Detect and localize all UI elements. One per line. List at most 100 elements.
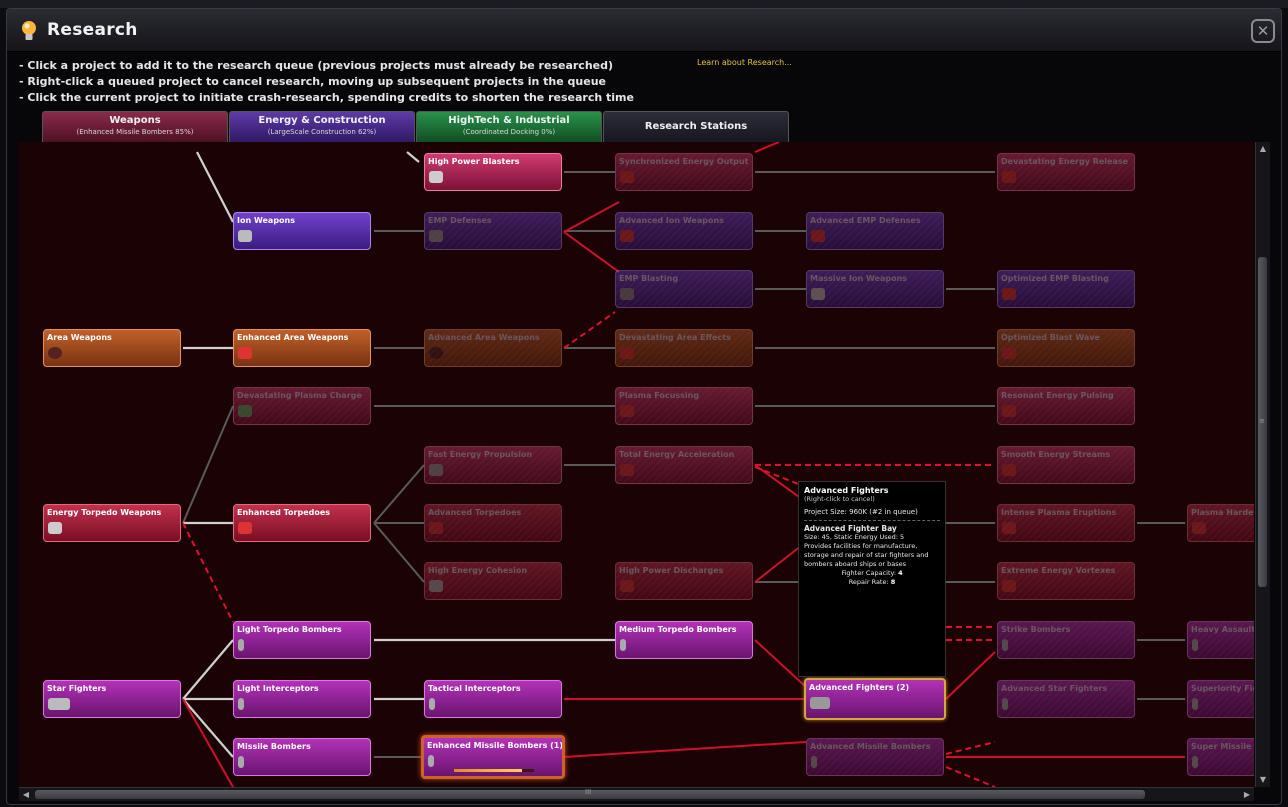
tab-weapons[interactable]: Weapons (Enhanced Missile Bombers 85%) <box>42 111 228 144</box>
node-label: Massive Ion Weapons <box>810 274 908 283</box>
node-super-missile-bombers[interactable]: Super Missile Bo <box>1187 738 1254 776</box>
node-label: Heavy Assault Bo <box>1191 625 1254 634</box>
tab-research-stations[interactable]: Research Stations <box>603 111 789 144</box>
node-optimized-blast-wave[interactable]: Optimized Blast Wave <box>997 329 1135 367</box>
upgrade-arrow-icon <box>811 230 825 242</box>
emp-blast-icon <box>620 288 634 300</box>
tooltip-subtitle: (Right-click to cancel) <box>804 495 875 503</box>
node-label: Star Fighters <box>47 684 107 693</box>
fighter-icon <box>1192 698 1198 710</box>
node-superiority-fighters[interactable]: Superiority Fight <box>1187 680 1254 718</box>
fighter-bay-icon <box>48 698 70 710</box>
tooltip-title: Advanced Fighters <box>804 486 889 495</box>
node-label: Fast Energy Propulsion <box>428 450 533 459</box>
node-label: High Power Blasters <box>428 157 520 166</box>
node-extreme-energy-vortexes[interactable]: Extreme Energy Vortexes <box>997 562 1135 600</box>
node-resonant-energy-pulsing[interactable]: Resonant Energy Pulsing <box>997 387 1135 425</box>
node-intense-plasma-eruptions[interactable]: Intense Plasma Eruptions <box>997 504 1135 542</box>
node-label: Strike Bombers <box>1001 625 1071 634</box>
upgrade-arrow-icon <box>238 347 252 359</box>
node-label: Enhanced Missile Bombers (1) <box>427 741 564 750</box>
node-label: Plasma Hardenin <box>1191 508 1254 517</box>
node-devastating-area-effects[interactable]: Devastating Area Effects <box>615 329 753 367</box>
upgrade-arrow-icon <box>620 464 634 476</box>
node-massive-ion-weapons[interactable]: Massive Ion Weapons <box>806 270 944 308</box>
tab-label: Weapons <box>109 115 161 126</box>
node-label: Devastating Energy Release <box>1001 157 1129 166</box>
upgrade-arrow-icon <box>620 580 634 592</box>
research-tooltip: Advanced Fighters (Right-click to cancel… <box>798 481 946 677</box>
node-label: Light Interceptors <box>237 684 319 693</box>
node-missile-bombers[interactable]: Missile Bombers <box>233 738 371 776</box>
node-tactical-interceptors[interactable]: Tactical Interceptors <box>424 680 562 718</box>
node-label: Tactical Interceptors <box>428 684 521 693</box>
node-advanced-ion-weapons[interactable]: Advanced Ion Weapons <box>615 212 753 250</box>
node-emp-blasting[interactable]: EMP Blasting <box>615 270 753 308</box>
tooltip-description: Provides facilities for manufacture, sto… <box>804 542 929 568</box>
learn-about-research-link[interactable]: Learn about Research... <box>697 58 792 67</box>
node-energy-torpedo-weapons[interactable]: Energy Torpedo Weapons <box>43 504 181 542</box>
scroll-down-arrow-icon[interactable]: ▼ <box>1256 773 1270 787</box>
node-label: Advanced Fighters (2) <box>809 683 910 692</box>
node-total-energy-acceleration[interactable]: Total Energy Acceleration <box>615 446 753 484</box>
instruction-line: - Right-click a queued project to cancel… <box>19 75 606 88</box>
node-label: Advanced Area Weapons <box>428 333 540 342</box>
node-high-power-blasters[interactable]: High Power Blasters <box>424 153 562 191</box>
node-advanced-emp-defenses[interactable]: Advanced EMP Defenses <box>806 212 944 250</box>
node-devastating-plasma-charge[interactable]: Devastating Plasma Charge <box>233 387 371 425</box>
node-medium-torpedo-bombers[interactable]: Medium Torpedo Bombers <box>615 621 753 659</box>
node-enhanced-area-weapons[interactable]: Enhanced Area Weapons <box>233 329 371 367</box>
horizontal-scrollbar[interactable]: ◀ III ▶ <box>19 787 1254 801</box>
node-advanced-star-fighters[interactable]: Advanced Star Fighters <box>997 680 1135 718</box>
tab-energy-construction[interactable]: Energy & Construction (LargeScale Constr… <box>229 111 415 144</box>
scroll-up-arrow-icon[interactable]: ▲ <box>1256 142 1270 156</box>
node-ion-weapons[interactable]: Ion Weapons <box>233 212 371 250</box>
node-advanced-area-weapons[interactable]: Advanced Area Weapons <box>424 329 562 367</box>
upgrade-arrow-icon <box>1192 522 1206 534</box>
instruction-line: - Click a project to add it to the resea… <box>19 59 614 72</box>
node-high-power-discharges[interactable]: High Power Discharges <box>615 562 753 600</box>
node-plasma-focussing[interactable]: Plasma Focussing <box>615 387 753 425</box>
upgrade-arrow-icon <box>620 405 634 417</box>
fighter-bay-icon <box>810 697 830 709</box>
node-heavy-assault-bombers[interactable]: Heavy Assault Bo <box>1187 621 1254 659</box>
fighter-capacity-value: 4 <box>898 569 903 577</box>
node-area-weapons[interactable]: Area Weapons <box>43 329 181 367</box>
node-advanced-torpedoes[interactable]: Advanced Torpedoes <box>424 504 562 542</box>
node-label: Energy Torpedo Weapons <box>47 508 162 517</box>
research-tree[interactable]: High Power Blasters Synchronized Energy … <box>19 142 1254 787</box>
node-light-torpedo-bombers[interactable]: Light Torpedo Bombers <box>233 621 371 659</box>
upgrade-arrow-icon <box>238 522 252 534</box>
node-fast-energy-propulsion[interactable]: Fast Energy Propulsion <box>424 446 562 484</box>
torpedo-launcher-icon <box>429 580 443 592</box>
upgrade-arrow-icon <box>1002 405 1016 417</box>
tooltip-repair-rate: Repair Rate: 8 <box>804 578 940 587</box>
node-enhanced-torpedoes[interactable]: Enhanced Torpedoes <box>233 504 371 542</box>
node-star-fighters[interactable]: Star Fighters <box>43 680 181 718</box>
node-advanced-missile-bombers[interactable]: Advanced Missile Bombers <box>806 738 944 776</box>
bomber-icon <box>238 639 244 651</box>
node-enhanced-missile-bombers-queued[interactable]: Enhanced Missile Bombers (1) <box>421 735 565 779</box>
node-devastating-energy-release[interactable]: Devastating Energy Release <box>997 153 1135 191</box>
node-light-interceptors[interactable]: Light Interceptors <box>233 680 371 718</box>
node-advanced-fighters-queued[interactable]: Advanced Fighters (2) <box>804 678 946 720</box>
scroll-left-arrow-icon[interactable]: ◀ <box>19 788 33 801</box>
node-high-energy-cohesion[interactable]: High Energy Cohesion <box>424 562 562 600</box>
node-label: Light Torpedo Bombers <box>237 625 342 634</box>
node-smooth-energy-streams[interactable]: Smooth Energy Streams <box>997 446 1135 484</box>
node-optimized-emp-blasting[interactable]: Optimized EMP Blasting <box>997 270 1135 308</box>
node-label: Synchronized Energy Output <box>619 157 749 166</box>
vertical-scrollbar[interactable]: ▲ ≡ ▼ <box>1255 142 1270 787</box>
node-strike-bombers[interactable]: Strike Bombers <box>997 621 1135 659</box>
node-synchronized-energy-output[interactable]: Synchronized Energy Output <box>615 153 753 191</box>
tooltip-project-size: Project Size: 960K (#2 in queue) <box>804 508 918 516</box>
scroll-right-arrow-icon[interactable]: ▶ <box>1240 788 1254 801</box>
node-plasma-hardening[interactable]: Plasma Hardenin <box>1187 504 1254 542</box>
upgrade-arrow-icon <box>1002 522 1016 534</box>
bomber-icon <box>1192 756 1198 768</box>
bomber-icon <box>428 755 434 767</box>
close-button[interactable]: ✕ <box>1251 19 1275 43</box>
node-emp-defenses[interactable]: EMP Defenses <box>424 212 562 250</box>
tab-hightech-industrial[interactable]: HighTech & Industrial (Coordinated Docki… <box>416 111 602 144</box>
bomber-icon <box>1192 639 1198 651</box>
